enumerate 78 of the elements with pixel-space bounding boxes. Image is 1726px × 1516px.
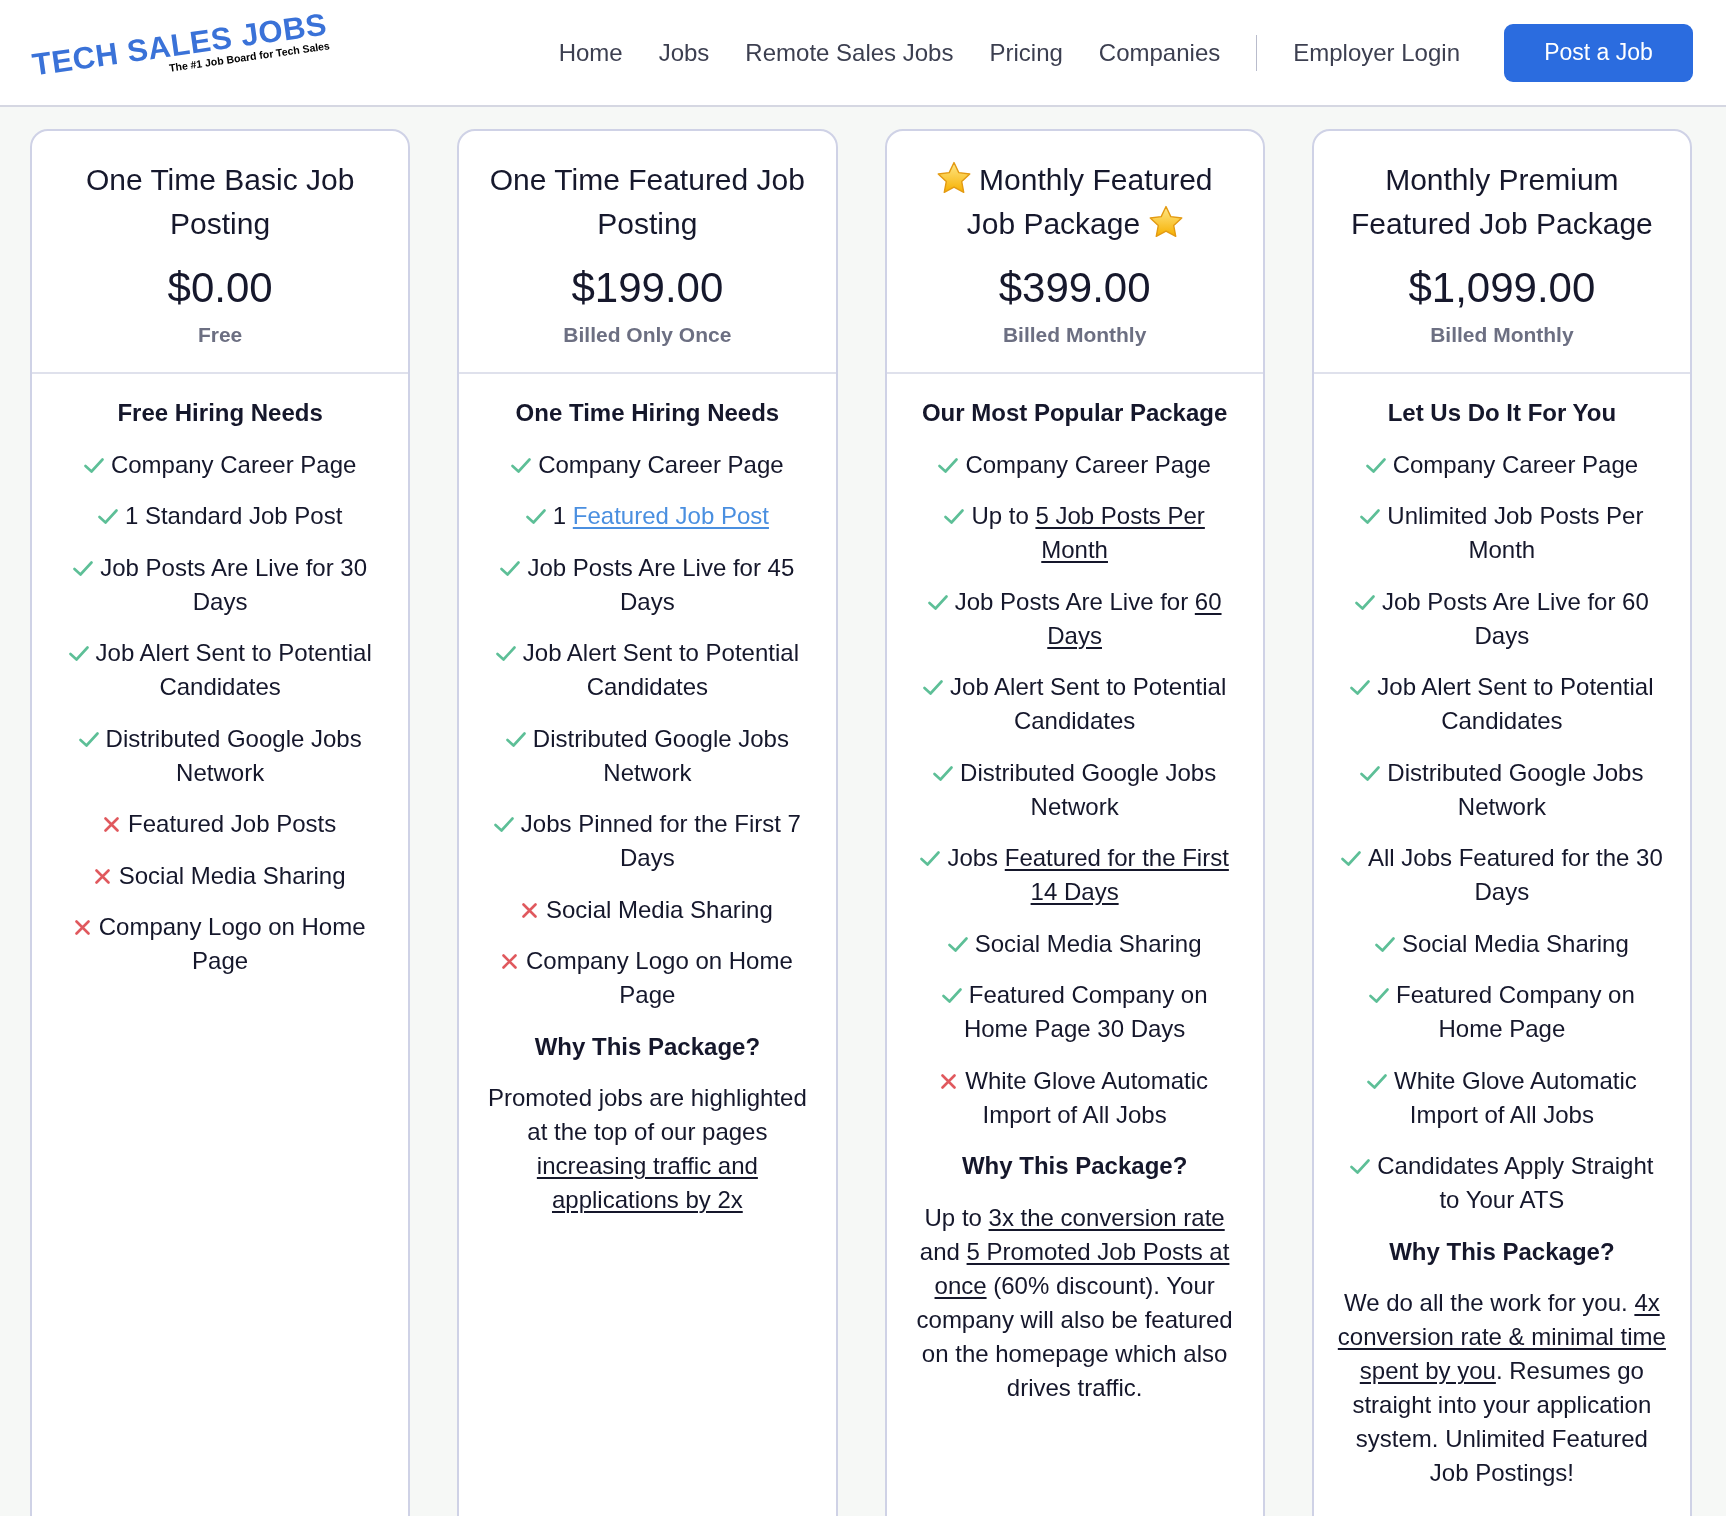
feature-text: Company Career Page xyxy=(965,450,1211,478)
post-job-button[interactable]: Post a Job xyxy=(1504,23,1693,82)
feature-text: Job Alert Sent to Potential Candidates xyxy=(522,639,799,700)
plan-price: $0.00 xyxy=(167,263,273,313)
feature-text: Job Posts Are Live for 30 Days xyxy=(100,553,368,615)
plan-price: $399.00 xyxy=(998,263,1151,313)
feature-text: Jobs Pinned for the First 7 Days xyxy=(520,810,801,871)
feature-text: Company Career Page xyxy=(538,450,784,478)
feature-text: Job Alert Sent to Potential Candidates xyxy=(950,673,1227,734)
nav-link[interactable]: Employer Login xyxy=(1293,34,1460,71)
text-link[interactable]: 3x the conversion rate xyxy=(988,1203,1225,1231)
feature-text: Company Logo on Home Page xyxy=(98,913,366,974)
nav-link[interactable]: Companies xyxy=(1098,34,1221,71)
nav-link[interactable]: Home xyxy=(558,34,623,71)
text-link[interactable]: increasing traffic and xyxy=(536,1152,758,1179)
text-link[interactable]: 4x xyxy=(1634,1289,1660,1316)
plan-price: $199.00 xyxy=(571,263,724,313)
feature-text: Social Media Sharing xyxy=(974,929,1202,957)
feature-text: Distributed Google Jobs Network xyxy=(532,724,789,786)
feature-text: 1 Standard Job Post xyxy=(124,502,343,529)
text-link[interactable]: once xyxy=(934,1271,987,1299)
feature-text: Distributed Google Jobs Network xyxy=(960,758,1217,820)
plan-price: $1,099.00 xyxy=(1408,263,1596,313)
billing-period: Billed Only Once xyxy=(563,322,732,348)
feature-text: Social Media Sharing xyxy=(118,861,346,889)
feature-text: Featured Company on Home Page 30 Days xyxy=(963,981,1208,1042)
text-link[interactable]: 5 Job Posts Per xyxy=(1035,502,1205,529)
billing-period: Free xyxy=(197,322,243,348)
feature-text: Company Logo on Home Page xyxy=(525,947,793,1008)
text-link[interactable]: Days xyxy=(1047,621,1102,649)
billing-period: Billed Monthly xyxy=(1430,322,1574,348)
section-heading: One Time Hiring Needs xyxy=(514,398,781,428)
feature-text: Featured Job Posts xyxy=(128,810,337,837)
section-heading: Why This Package? xyxy=(533,1031,762,1062)
feature-text: Company Career Page xyxy=(110,450,357,478)
feature-text: Company Career Page xyxy=(1392,450,1639,478)
section-heading: Free Hiring Needs xyxy=(116,398,324,428)
feature-text: Candidates Apply Straight to Your ATS xyxy=(1377,1152,1654,1213)
feature-text: Job Posts Are Live for 60 Days xyxy=(954,587,1222,649)
feature-text: Jobs Featured for the First 14 Days xyxy=(947,844,1229,905)
feature-text: Featured Company on Home Page xyxy=(1395,981,1635,1042)
text-link[interactable]: spent by you xyxy=(1359,1357,1496,1384)
text-link[interactable]: applications by 2x xyxy=(552,1186,743,1213)
nav-link[interactable]: Pricing xyxy=(989,34,1063,71)
feature-text: 1 Featured Job Post xyxy=(552,502,769,529)
text-link[interactable]: 14 Days xyxy=(1030,878,1119,905)
feature-text: Job Alert Sent to Potential Candidates xyxy=(95,639,372,700)
text-link[interactable]: Featured for the First xyxy=(1004,844,1229,871)
text-link[interactable]: 60 xyxy=(1194,587,1222,615)
section-heading: Why This Package? xyxy=(1388,1236,1616,1267)
text-link[interactable]: 5 Promoted Job Posts at xyxy=(966,1237,1230,1265)
description-text: We do all the work for you. 4x conversion rate & minimal time spent by you. Resumes go straight into your application system. Unlimited Featured Job Postings! xyxy=(1336,1288,1667,1488)
text-link[interactable]: Month xyxy=(1041,536,1108,563)
nav-link[interactable]: Jobs xyxy=(658,34,710,71)
feature-text: Job Posts Are Live for 45 Days xyxy=(527,553,795,615)
feature-text: Up to 5 Job Posts Per Month xyxy=(971,502,1205,563)
feature-text: All Jobs Featured for the 30 Days xyxy=(1367,844,1663,905)
feature-text: Job Posts Are Live for 60 Days xyxy=(1381,587,1649,649)
billing-period: Billed Monthly xyxy=(1002,322,1147,348)
feature-text: White Glove Automatic Import of All Jobs xyxy=(965,1066,1208,1128)
text-link[interactable]: conversion rate & minimal time xyxy=(1337,1323,1666,1350)
feature-text: White Glove Automatic Import of All Jobs xyxy=(1394,1066,1637,1128)
plan-title: Monthly Featured Job Package xyxy=(966,163,1213,240)
feature-text: Social Media Sharing xyxy=(1401,929,1629,957)
plan-title: Monthly Premium Featured Job Package xyxy=(1350,163,1653,240)
section-heading: Our Most Popular Package xyxy=(920,398,1229,428)
description-text: Up to 3x the conversion rate and 5 Promoted Job Posts at once (60% discount). Your company will also be featured on the homepage which also drives traffic. xyxy=(915,1202,1234,1403)
feature-text: Distributed Google Jobs Network xyxy=(1387,758,1644,820)
feature-text: Social Media Sharing xyxy=(545,895,773,923)
section-heading: Let Us Do It For You xyxy=(1386,398,1618,428)
plan-title: One Time Featured Job Posting xyxy=(489,163,805,240)
plan-title: One Time Basic Job Posting xyxy=(85,163,355,240)
description-text: Promoted jobs are highlighted at the top of our pages increasing traffic and applications by 2x xyxy=(486,1083,808,1215)
nav-link[interactable]: Remote Sales Jobs xyxy=(745,34,954,71)
feature-text: Job Alert Sent to Potential Candidates xyxy=(1377,673,1654,734)
feature-text: Distributed Google Jobs Network xyxy=(105,724,362,786)
feature-text: Unlimited Job Posts Per Month xyxy=(1387,502,1644,563)
section-heading: Why This Package? xyxy=(960,1151,1189,1181)
